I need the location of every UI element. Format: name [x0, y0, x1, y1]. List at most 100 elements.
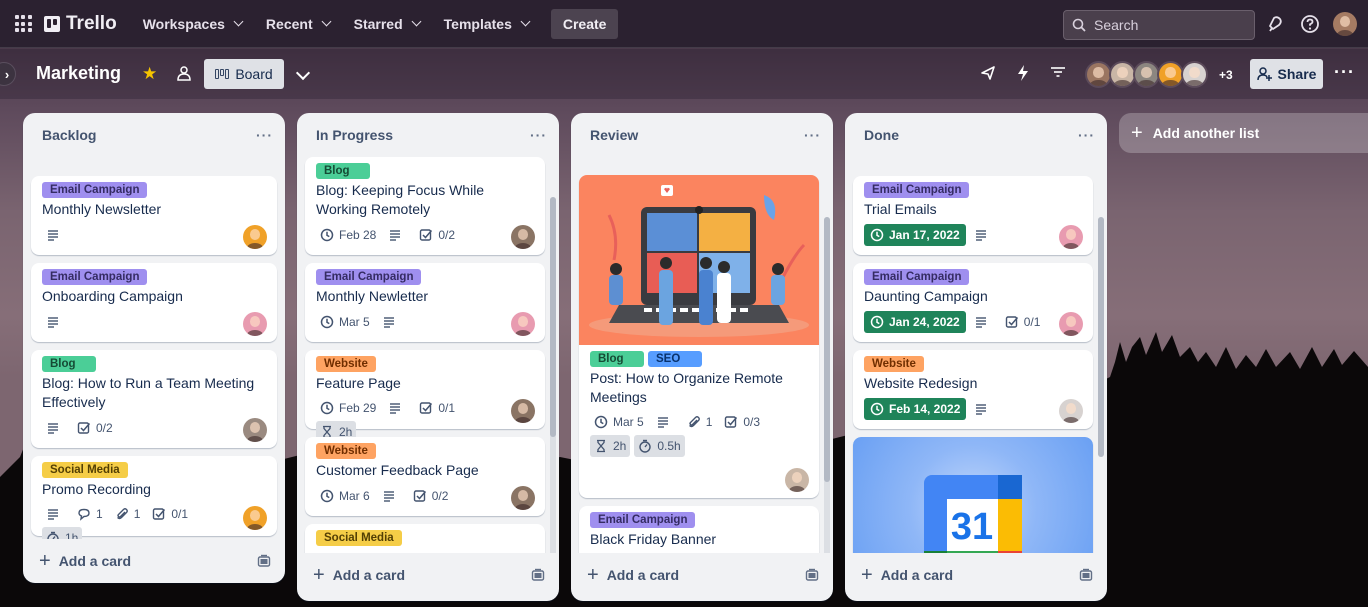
card-label[interactable]: Email Campaign [590, 512, 696, 528]
card-member-avatar[interactable] [785, 468, 809, 492]
comments-badge: 1 [73, 503, 107, 525]
workspace-visibility-icon[interactable] [176, 65, 192, 81]
card-label[interactable]: Email Campaign [42, 269, 148, 285]
card[interactable]: Social Media Promo Recording 1 1 0/1 1h [31, 456, 277, 539]
member-avatar[interactable] [1109, 61, 1136, 88]
expand-sidebar-button[interactable]: › [0, 62, 16, 86]
card-label[interactable]: Email Campaign [316, 269, 422, 285]
board-menu-icon[interactable]: ··· [1334, 62, 1355, 83]
automation-lightning-icon[interactable] [1016, 65, 1030, 81]
card-label[interactable]: Website [864, 356, 924, 372]
card-member-avatar[interactable] [1059, 399, 1083, 423]
share-button[interactable]: Share [1250, 59, 1323, 89]
attachment-count: 1 [705, 415, 713, 429]
list-actions-icon[interactable]: ··· [804, 127, 821, 143]
board-title[interactable]: Marketing [36, 63, 121, 84]
add-card-button[interactable]: + Add a card [861, 565, 953, 585]
card-member-avatar[interactable] [243, 418, 267, 442]
nav-recent[interactable]: Recent [254, 8, 342, 40]
member-avatar[interactable] [1133, 61, 1160, 88]
card[interactable]: Blog Blog: How to Run a Team Meeting Eff… [31, 350, 277, 448]
view-switcher-chevron-icon[interactable] [295, 65, 311, 81]
create-from-template-icon[interactable] [257, 554, 271, 568]
card-label[interactable]: Social Media [316, 530, 402, 546]
board-members[interactable] [1085, 61, 1208, 88]
more-members-count[interactable]: +3 [1219, 68, 1233, 82]
card[interactable]: Email Campaign Daunting Campaign Jan 24,… [853, 263, 1093, 342]
card-member-avatar[interactable] [243, 225, 267, 249]
card-label[interactable]: Website [316, 356, 376, 372]
add-card-button[interactable]: + Add a card [39, 551, 131, 571]
add-another-list-button[interactable]: + Add another list [1119, 113, 1368, 153]
card[interactable]: Social Media [305, 524, 545, 553]
create-from-template-icon[interactable] [805, 568, 819, 582]
card[interactable]: Website Feature Page Feb 29 0/1 2h [305, 350, 545, 443]
scrollbar-thumb[interactable] [824, 217, 830, 482]
card-label[interactable]: Email Campaign [864, 182, 970, 198]
card[interactable]: Blog Blog: Keeping Focus While Working R… [305, 157, 545, 255]
card[interactable]: 31 [853, 437, 1093, 553]
card-label[interactable]: Website [316, 443, 376, 459]
list-actions-icon[interactable]: ··· [530, 127, 547, 143]
notifications-bell-icon[interactable] [1265, 14, 1285, 34]
list-actions-icon[interactable]: ··· [256, 127, 273, 143]
list-scrollbar[interactable] [824, 217, 830, 553]
account-avatar[interactable] [1333, 12, 1357, 36]
list-title[interactable]: In Progress [316, 127, 393, 143]
power-ups-rocket-icon[interactable] [980, 65, 996, 81]
list-title[interactable]: Review [590, 127, 638, 143]
card-label[interactable]: Email Campaign [42, 182, 148, 198]
create-from-template-icon[interactable] [1079, 568, 1093, 582]
card[interactable]: Blog SEO Post: How to Organize Remote Mee… [579, 175, 819, 498]
board-view-button[interactable]: Board [204, 59, 284, 89]
due-date-complete-badge[interactable]: Feb 14, 2022 [864, 398, 967, 420]
list-actions-icon[interactable]: ··· [1078, 127, 1095, 143]
card[interactable]: Email Campaign Monthly Newletter Mar 5 [305, 263, 545, 342]
filter-icon[interactable] [1050, 65, 1066, 79]
member-avatar[interactable] [1181, 61, 1208, 88]
member-avatar[interactable] [1157, 61, 1184, 88]
card-member-avatar[interactable] [511, 486, 535, 510]
star-board-icon[interactable]: ★ [142, 64, 157, 84]
card[interactable]: Email Campaign Trial Emails Jan 17, 2022 [853, 176, 1093, 255]
add-card-button[interactable]: + Add a card [587, 565, 679, 585]
scrollbar-thumb[interactable] [550, 197, 556, 437]
due-date-complete-badge[interactable]: Jan 24, 2022 [864, 311, 966, 333]
card-label[interactable]: Blog [316, 163, 370, 179]
card-member-avatar[interactable] [511, 312, 535, 336]
nav-workspaces[interactable]: Workspaces [131, 8, 254, 40]
member-avatar[interactable] [1085, 61, 1112, 88]
search-input[interactable]: Search [1063, 10, 1255, 40]
list-title[interactable]: Backlog [42, 127, 96, 143]
scrollbar-thumb[interactable] [1098, 217, 1104, 457]
card-label[interactable]: SEO [648, 351, 702, 367]
add-list-label: Add another list [1152, 125, 1260, 141]
nav-starred[interactable]: Starred [342, 8, 432, 40]
card[interactable]: Email Campaign Black Friday Banner [579, 506, 819, 553]
add-card-button[interactable]: + Add a card [313, 565, 405, 585]
card-member-avatar[interactable] [243, 506, 267, 530]
create-button[interactable]: Create [550, 8, 619, 39]
apps-grid-icon[interactable] [12, 13, 34, 35]
card[interactable]: Website Customer Feedback Page Mar 6 0/2 [305, 437, 545, 516]
card[interactable]: Website Website Redesign Feb 14, 2022 [853, 350, 1093, 429]
card-member-avatar[interactable] [243, 312, 267, 336]
card[interactable]: Email Campaign Onboarding Campaign [31, 263, 277, 342]
list-scrollbar[interactable] [1098, 217, 1104, 457]
card-member-avatar[interactable] [511, 399, 535, 423]
list-scrollbar[interactable] [550, 197, 556, 553]
card-member-avatar[interactable] [511, 225, 535, 249]
create-from-template-icon[interactable] [531, 568, 545, 582]
trello-logo[interactable]: Trello [44, 13, 117, 35]
list-title[interactable]: Done [864, 127, 899, 143]
card-label[interactable]: Blog [42, 356, 96, 372]
card-label[interactable]: Blog [590, 351, 644, 367]
nav-templates[interactable]: Templates [432, 8, 541, 40]
card-member-avatar[interactable] [1059, 312, 1083, 336]
help-icon[interactable] [1300, 14, 1320, 34]
due-date-complete-badge[interactable]: Jan 17, 2022 [864, 224, 966, 246]
card[interactable]: Email Campaign Monthly Newsletter [31, 176, 277, 255]
card-member-avatar[interactable] [1059, 225, 1083, 249]
card-label[interactable]: Social Media [42, 462, 128, 478]
card-label[interactable]: Email Campaign [864, 269, 970, 285]
